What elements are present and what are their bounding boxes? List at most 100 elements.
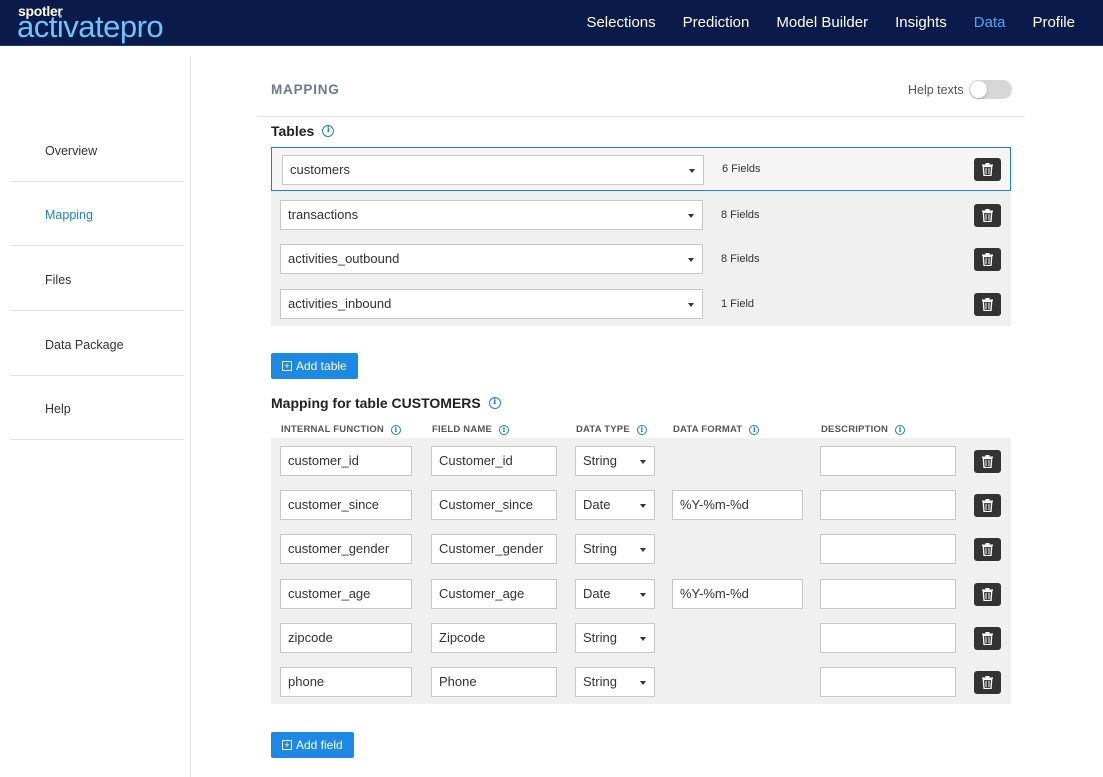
help-texts-control: Help texts: [908, 80, 1012, 99]
sidebar-item-label: Help: [45, 402, 71, 416]
internal-function-field[interactable]: zipcode: [280, 623, 412, 653]
nav-selections[interactable]: Selections: [573, 0, 669, 46]
internal-function-field[interactable]: customer_since: [280, 490, 412, 520]
delete-field-button[interactable]: [974, 450, 1001, 473]
data-type-select[interactable]: String: [575, 534, 655, 564]
delete-field-button[interactable]: [974, 494, 1001, 517]
column-header-data-type: DATA TYPE i: [576, 424, 647, 435]
add-field-label: Add field: [296, 738, 343, 752]
chevron-down-icon: [640, 681, 646, 685]
table-select-value: customers: [290, 162, 350, 177]
description-field[interactable]: [820, 446, 956, 476]
add-table-button[interactable]: + Add table: [271, 353, 358, 379]
delete-field-button[interactable]: [974, 627, 1001, 650]
data-type-select[interactable]: String: [575, 623, 655, 653]
field-count: 8 Fields: [721, 209, 760, 221]
tables-list: customers 6 Fields transactions 8 Fields…: [271, 147, 1011, 326]
field-name-field[interactable]: Phone: [431, 667, 557, 697]
sidebar-item-files[interactable]: Files: [10, 247, 184, 311]
sidebar-item-overview[interactable]: Overview: [10, 118, 184, 182]
add-field-button[interactable]: + Add field: [271, 732, 354, 758]
table-row-customers[interactable]: customers 6 Fields: [271, 147, 1011, 191]
trash-icon: [982, 253, 993, 266]
help-texts-toggle[interactable]: [968, 80, 1012, 99]
table-select[interactable]: transactions: [280, 200, 703, 230]
data-type-select[interactable]: Date: [575, 490, 655, 520]
table-select[interactable]: customers: [282, 155, 704, 185]
divider: [257, 116, 1025, 117]
column-header-internal-function: INTERNAL FUNCTION i: [281, 424, 401, 435]
delete-table-button[interactable]: [974, 248, 1001, 271]
delete-table-button[interactable]: [974, 158, 1001, 181]
internal-function-field[interactable]: customer_age: [280, 579, 412, 609]
description-field[interactable]: [820, 667, 956, 697]
description-field[interactable]: [820, 534, 956, 564]
main-nav: Selections Prediction Model Builder Insi…: [573, 0, 1103, 46]
description-field[interactable]: [820, 490, 956, 520]
trash-icon: [982, 499, 993, 512]
chevron-down-icon: [688, 258, 694, 262]
table-select[interactable]: activities_outbound: [280, 244, 703, 274]
data-format-field[interactable]: %Y-%m-%d: [672, 490, 803, 520]
field-name-field[interactable]: Customer_since: [431, 490, 557, 520]
description-field[interactable]: [820, 579, 956, 609]
tables-section-title: Tables i: [271, 123, 335, 139]
column-header-description: DESCRIPTION i: [821, 424, 906, 435]
delete-field-button[interactable]: [974, 538, 1001, 561]
field-mapping-list: customer_id Customer_id String customer_…: [271, 438, 1011, 704]
field-count: 1 Field: [721, 298, 755, 310]
sidebar-item-label: Data Package: [45, 338, 124, 352]
field-name-field[interactable]: Customer_gender: [431, 534, 557, 564]
trash-icon: [982, 632, 993, 645]
trash-icon: [982, 209, 993, 222]
delete-field-button[interactable]: [974, 671, 1001, 694]
table-row: phone Phone String: [271, 659, 1011, 703]
table-row: customer_since Customer_since Date %Y-%m…: [271, 482, 1011, 526]
table-select-value: activities_inbound: [288, 296, 392, 311]
nav-profile[interactable]: Profile: [1019, 0, 1103, 46]
internal-function-field[interactable]: customer_gender: [280, 534, 412, 564]
data-type-select[interactable]: String: [575, 446, 655, 476]
info-icon[interactable]: i: [636, 424, 647, 435]
table-row-transactions[interactable]: transactions 8 Fields: [271, 194, 1011, 238]
add-table-label: Add table: [296, 359, 347, 373]
page-title: MAPPING: [271, 82, 340, 97]
info-icon[interactable]: i: [488, 397, 501, 409]
field-name-field[interactable]: Customer_age: [431, 579, 557, 609]
data-format-field[interactable]: %Y-%m-%d: [672, 579, 803, 609]
plus-icon: +: [282, 740, 292, 750]
delete-table-button[interactable]: [974, 293, 1001, 316]
sidebar-item-help[interactable]: Help: [10, 376, 184, 440]
info-icon[interactable]: i: [895, 424, 906, 435]
trash-icon: [982, 163, 993, 176]
field-name-field[interactable]: Zipcode: [431, 623, 557, 653]
delete-field-button[interactable]: [974, 583, 1001, 606]
chevron-down-icon: [688, 214, 694, 218]
table-row-activities-inbound[interactable]: activities_inbound 1 Field: [271, 282, 1011, 326]
table-row: zipcode Zipcode String: [271, 615, 1011, 659]
info-icon[interactable]: i: [499, 424, 510, 435]
sidebar-item-mapping[interactable]: Mapping: [10, 182, 184, 246]
table-row: customer_age Customer_age Date %Y-%m-%d: [271, 570, 1011, 614]
data-type-select[interactable]: String: [575, 667, 655, 697]
chevron-down-icon: [688, 303, 694, 307]
nav-insights[interactable]: Insights: [882, 0, 961, 46]
nav-model-builder[interactable]: Model Builder: [763, 0, 882, 46]
sidebar-item-data-package[interactable]: Data Package: [10, 312, 184, 376]
table-select[interactable]: activities_inbound: [280, 289, 703, 319]
description-field[interactable]: [820, 623, 956, 653]
nav-prediction[interactable]: Prediction: [669, 0, 763, 46]
nav-data[interactable]: Data: [960, 0, 1019, 46]
table-row-activities-outbound[interactable]: activities_outbound 8 Fields: [271, 238, 1011, 282]
internal-function-field[interactable]: customer_id: [280, 446, 412, 476]
delete-table-button[interactable]: [974, 204, 1001, 227]
logo-brand-name[interactable]: activatepro: [17, 9, 164, 45]
field-name-field[interactable]: Customer_id: [431, 446, 557, 476]
trash-icon: [982, 298, 993, 311]
info-icon[interactable]: i: [322, 125, 335, 137]
info-icon[interactable]: i: [390, 424, 401, 435]
internal-function-field[interactable]: phone: [280, 667, 412, 697]
info-icon[interactable]: i: [749, 424, 760, 435]
chevron-down-icon: [640, 637, 646, 641]
data-type-select[interactable]: Date: [575, 579, 655, 609]
